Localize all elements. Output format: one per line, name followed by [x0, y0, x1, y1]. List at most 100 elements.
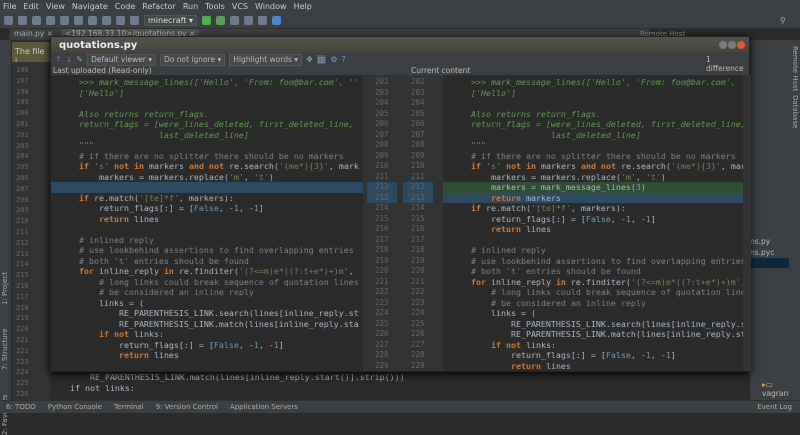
folder-icon: ▸▭ — [762, 380, 773, 389]
left-pane-label: Last uploaded (Read-only) — [53, 66, 152, 75]
coverage-icon[interactable] — [229, 16, 239, 25]
menu-help[interactable]: Help — [294, 2, 312, 11]
code-line: return_flags[:] = [False, -1, -1] — [471, 350, 676, 360]
run-config-select[interactable]: minecraft ▾ — [144, 15, 197, 26]
tool-tab-structure[interactable]: 7: Structure — [1, 328, 9, 370]
code-line: return lines — [510, 360, 571, 371]
menu-refactor[interactable]: Refactor — [142, 2, 176, 11]
save-icon[interactable] — [18, 16, 27, 25]
code-line: return_flags[:] = [False, -1, -1] — [79, 203, 264, 213]
code-line: return_flags = [were_lines_deleted, firs… — [471, 119, 743, 129]
minimize-button[interactable] — [719, 41, 727, 49]
settings-gear-icon[interactable]: ⚙ — [330, 55, 337, 64]
search-everywhere-icon[interactable]: ⚲ — [780, 16, 786, 25]
changed-line — [51, 182, 363, 193]
code-line: """ — [79, 140, 94, 150]
menu-edit[interactable]: Edit — [23, 2, 39, 11]
tool-tab-remote-host[interactable]: Remote Host — [791, 46, 799, 91]
left-diff-pane[interactable]: >>> mark_message_lines(['Hello', 'From: … — [51, 75, 363, 371]
ignore-whitespace-select[interactable]: Do not ignore ▾ — [160, 53, 226, 66]
cut-icon[interactable] — [74, 16, 83, 25]
tool-tab-python-console[interactable]: Python Console — [48, 403, 102, 411]
run-icon[interactable] — [201, 16, 211, 25]
maximize-button[interactable] — [728, 41, 736, 49]
code-line: # use lookbehind assertions to find over… — [79, 245, 354, 255]
code-line: for inline_reply in re.finditer('(?<=m)e… — [79, 266, 354, 276]
sync-icon[interactable] — [32, 16, 41, 25]
vcs-update-icon[interactable] — [243, 16, 253, 25]
menu-code[interactable]: Code — [115, 2, 135, 11]
dialog-title: quotations.py — [59, 39, 138, 51]
line-number: 206 — [411, 119, 425, 128]
menu-view[interactable]: View — [46, 2, 65, 11]
event-log-button[interactable]: Event Log — [757, 403, 792, 411]
vertical-scrollbar[interactable] — [743, 75, 751, 371]
paste-icon[interactable] — [102, 16, 111, 25]
debug-icon[interactable] — [215, 16, 225, 25]
changed-line: return markers — [443, 192, 743, 203]
next-diff-icon[interactable]: ↓ — [66, 55, 73, 64]
dialog-title-bar[interactable]: quotations.py — [51, 37, 749, 53]
highlight-select[interactable]: Highlight words ▾ — [229, 53, 303, 66]
code-line: if not links: — [98, 329, 164, 339]
line-number: 228 — [411, 350, 425, 359]
menu-file[interactable]: File — [3, 2, 16, 11]
menu-navigate[interactable]: Navigate — [72, 2, 108, 11]
close-button[interactable] — [737, 41, 745, 49]
edit-source-icon[interactable]: ✎ — [76, 55, 83, 64]
viewer-select[interactable]: Default viewer ▾ — [87, 53, 157, 66]
line-number: 217 — [375, 234, 389, 244]
sync-scroll-icon[interactable]: ✥ — [306, 55, 313, 64]
tree-folder-vagrant[interactable]: ▸▭ vagrant — [762, 380, 791, 398]
line-number: 220 — [411, 266, 425, 275]
tool-tab-todo[interactable]: 6: TODO — [6, 403, 36, 411]
code-line: if 's' not in markers and not re.search(… — [79, 161, 359, 171]
tool-tab-project[interactable]: 1: Project — [1, 272, 9, 305]
menu-tools[interactable]: Tools — [205, 2, 225, 11]
help-button[interactable]: ? — [342, 55, 346, 64]
added-line: markers = mark_message_lines(3) — [443, 182, 743, 193]
line-number: 214 — [375, 203, 389, 212]
line-number: 215 — [375, 213, 389, 223]
code-line: # if there are no splitter there should … — [79, 150, 344, 161]
line-number: 208 — [16, 195, 29, 204]
tree-item[interactable]: ns.pyc — [750, 248, 774, 257]
menu-vcs[interactable]: VCS — [232, 2, 248, 11]
menu-run[interactable]: Run — [183, 2, 198, 11]
vcs-commit-icon[interactable] — [257, 16, 267, 25]
line-number: 204 — [16, 152, 29, 161]
right-tool-strip: Remote Host Database — [789, 40, 800, 400]
line-number: 206 — [375, 119, 389, 128]
open-icon[interactable] — [4, 16, 13, 25]
main-toolbar: minecraft ▾ — [0, 13, 800, 29]
replace-icon[interactable] — [130, 16, 139, 25]
tool-tab-terminal[interactable]: Terminal — [114, 403, 144, 411]
code-line: RE_PARENTHESIS_LINK.match(lines[inline_r… — [471, 329, 743, 339]
help-icon[interactable] — [271, 16, 281, 25]
tool-tab-database[interactable]: Database — [791, 95, 799, 128]
menu-window[interactable]: Window — [255, 2, 287, 11]
side-by-side-icon[interactable]: ▥ — [316, 55, 327, 64]
right-diff-pane[interactable]: >>> mark_message_lines(['Hello', 'From: … — [443, 75, 743, 371]
code-line: markers = markers.replace('m', 't') — [471, 171, 666, 182]
tree-item[interactable]: ns.py — [750, 237, 770, 246]
line-number: 225 — [16, 379, 29, 388]
line-number: 199 — [16, 98, 29, 107]
line-number: 218 — [375, 245, 389, 254]
line-number: 229 — [411, 360, 425, 370]
line-number: 198 — [16, 87, 29, 96]
code-line: """ — [471, 140, 486, 150]
diff-gutter: 202 203 204 205 206 207 208 209 210 211 212 213 214 2… — [363, 75, 443, 371]
tool-tab-version-control[interactable]: 9: Version Control — [156, 403, 218, 411]
left-tool-strip: 1: Project 7: Structure 2: Favorites — [0, 40, 11, 435]
find-icon[interactable] — [116, 16, 125, 25]
tool-tab-application-servers[interactable]: Application Servers — [230, 403, 298, 411]
code-line: # long links could break sequence of quo… — [471, 287, 743, 297]
undo-icon[interactable] — [46, 16, 55, 25]
copy-icon[interactable] — [88, 16, 97, 25]
prev-diff-icon[interactable]: ↑ — [55, 55, 62, 64]
line-number: 207 — [411, 129, 425, 139]
redo-icon[interactable] — [60, 16, 69, 25]
line-number: 196 — [16, 66, 29, 74]
